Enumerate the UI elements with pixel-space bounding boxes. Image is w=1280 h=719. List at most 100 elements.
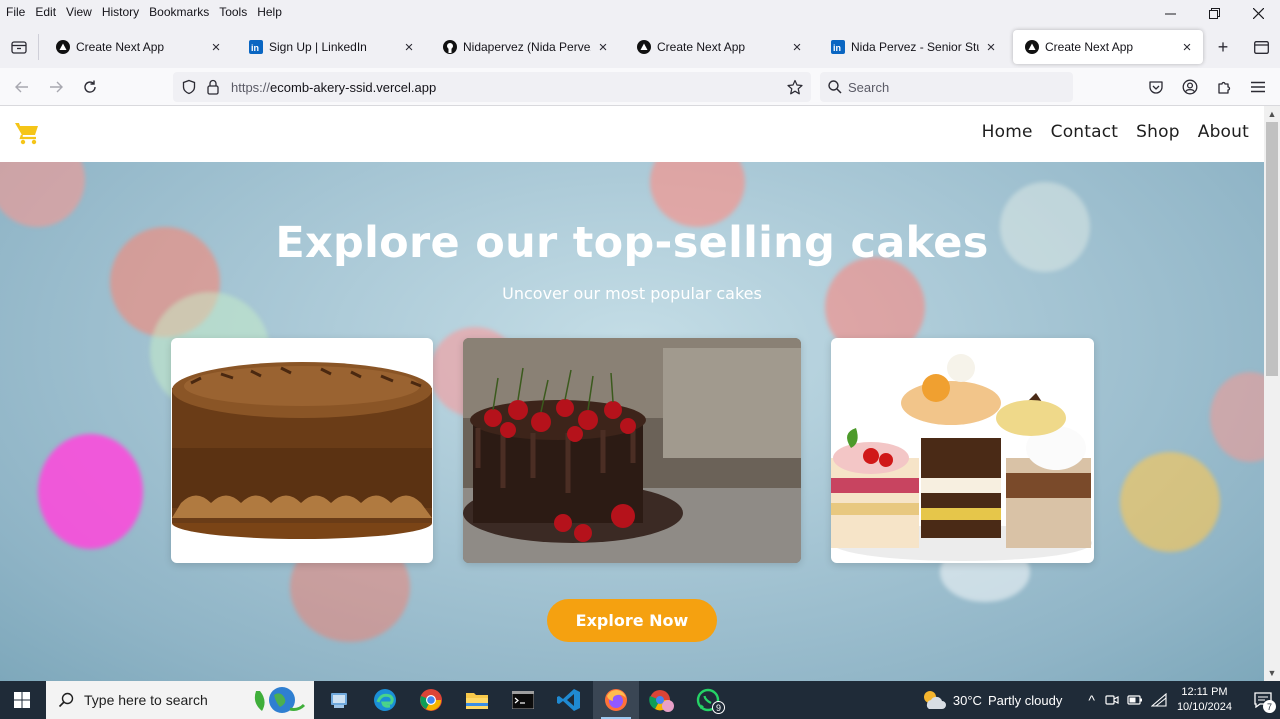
tab-title: Sign Up | LinkedIn <box>269 40 367 54</box>
hamburger-menu-icon <box>1251 81 1265 93</box>
puzzle-icon <box>1218 81 1231 94</box>
menu-bookmarks[interactable]: Bookmarks <box>144 3 214 21</box>
scroll-up-arrow-icon[interactable]: ▲ <box>1267 109 1277 119</box>
tab-title: Nidapervez (Nida Pervez) <box>463 40 591 54</box>
weather-widget[interactable]: 30°C Partly cloudy <box>921 689 1062 711</box>
weather-temperature: 30°C <box>952 692 982 708</box>
wifi-icon[interactable] <box>1150 693 1167 707</box>
taskbar-search-box[interactable]: Type here to search <box>46 681 314 719</box>
tab-close-icon[interactable]: × <box>1179 39 1195 56</box>
chrome-icon <box>420 689 442 711</box>
tab-close-icon[interactable]: × <box>789 39 805 56</box>
meet-now-icon[interactable] <box>1105 693 1119 707</box>
menu-view[interactable]: View <box>61 3 97 21</box>
site-header: Home Contact Shop About <box>0 106 1264 162</box>
cake-image-cherry[interactable] <box>463 338 801 563</box>
bokeh-light <box>38 434 143 549</box>
menu-tools[interactable]: Tools <box>214 3 252 21</box>
menu-history[interactable]: History <box>97 3 144 21</box>
nav-link-contact[interactable]: Contact <box>1051 122 1119 142</box>
page-scrollbar[interactable]: ▲ ▼ <box>1264 106 1280 681</box>
new-tab-button[interactable]: + <box>1212 36 1234 58</box>
close-icon <box>1252 7 1264 19</box>
tab-create-next-app-2[interactable]: Create Next App × <box>625 30 813 64</box>
folder-icon <box>466 693 488 709</box>
star-icon <box>787 79 803 95</box>
reload-button[interactable] <box>79 76 101 98</box>
tab-close-icon[interactable]: × <box>401 39 417 56</box>
taskbar-vscode[interactable] <box>546 681 592 719</box>
extensions-button[interactable] <box>1213 76 1235 98</box>
notification-center-button[interactable]: 7 <box>1246 681 1280 719</box>
tab-close-icon[interactable]: × <box>208 39 224 56</box>
close-window-button[interactable] <box>1236 0 1280 26</box>
cart-icon[interactable] <box>14 121 40 145</box>
notification-count-badge: 7 <box>1263 700 1276 713</box>
menu-file[interactable]: File <box>0 3 30 21</box>
scrollbar-thumb[interactable] <box>1266 122 1278 376</box>
search-icon <box>58 692 74 708</box>
url-bar[interactable]: https://ecomb-akery-ssid.vercel.app <box>173 72 811 102</box>
search-bar[interactable] <box>820 72 1073 102</box>
hero-title: Explore our top-selling cakes <box>275 218 989 268</box>
github-icon <box>443 40 457 54</box>
tab-create-next-app-active[interactable]: Create Next App × <box>1013 30 1203 64</box>
shield-icon[interactable] <box>177 72 201 102</box>
start-button[interactable] <box>0 681 44 719</box>
restore-button[interactable] <box>1192 0 1236 26</box>
site-nav: Home Contact Shop About <box>964 122 1249 142</box>
bokeh-light <box>1210 372 1264 462</box>
app-menu-button[interactable] <box>1247 76 1269 98</box>
cake-image-pastries[interactable] <box>831 338 1094 563</box>
battery-icon[interactable] <box>1127 694 1143 706</box>
clock-date: 10/10/2024 <box>1176 701 1232 713</box>
bokeh-light <box>1120 452 1220 552</box>
minimize-icon <box>1164 13 1176 14</box>
taskbar-edge[interactable] <box>362 681 408 719</box>
menu-help[interactable]: Help <box>252 3 287 21</box>
taskbar-chrome[interactable] <box>408 681 454 719</box>
tab-close-icon[interactable]: × <box>595 39 611 56</box>
window-icon <box>1253 40 1269 54</box>
back-button[interactable] <box>11 76 33 98</box>
tab-title: Nida Pervez - Senior Student <box>851 40 979 54</box>
taskbar-clock[interactable]: 12:11 PM 10/10/2024 <box>1177 685 1232 715</box>
taskbar-task-view[interactable] <box>316 681 362 719</box>
bookmark-star-button[interactable] <box>785 77 805 97</box>
nav-link-about[interactable]: About <box>1198 122 1249 142</box>
tab-linkedin-signup[interactable]: in Sign Up | LinkedIn × <box>237 30 425 64</box>
svg-text:in: in <box>833 43 841 53</box>
svg-text:in: in <box>251 43 259 53</box>
taskbar-terminal[interactable] <box>500 681 546 719</box>
tab-bar: Create Next App × in Sign Up | LinkedIn … <box>0 26 1280 68</box>
tab-github-profile[interactable]: Nidapervez (Nida Pervez) × <box>431 30 619 64</box>
taskbar-firefox[interactable] <box>593 681 639 719</box>
tab-linkedin-profile[interactable]: in Nida Pervez - Senior Student × <box>819 30 1007 64</box>
taskbar-whatsapp[interactable]: 9 <box>685 681 731 719</box>
firefox-view-button[interactable] <box>1250 36 1272 58</box>
forward-button[interactable] <box>45 76 67 98</box>
cake-image-chocolate[interactable] <box>171 338 433 563</box>
taskbar-chrome-profile[interactable] <box>639 681 685 719</box>
tab-create-next-app-1[interactable]: Create Next App × <box>44 30 232 64</box>
pocket-button[interactable] <box>1145 76 1167 98</box>
menu-edit[interactable]: Edit <box>30 3 61 21</box>
url-text[interactable]: https://ecomb-akery-ssid.vercel.app <box>231 80 811 95</box>
search-input[interactable] <box>848 79 1058 95</box>
nav-link-home[interactable]: Home <box>982 122 1033 142</box>
scroll-down-arrow-icon[interactable]: ▼ <box>1267 668 1277 678</box>
account-button[interactable] <box>1179 76 1201 98</box>
chevron-up-icon[interactable]: ^ <box>1088 692 1095 708</box>
taskbar-search-placeholder: Type here to search <box>84 692 208 708</box>
tab-close-icon[interactable]: × <box>983 39 999 56</box>
nextjs-icon <box>56 40 70 54</box>
minimize-button[interactable] <box>1148 0 1192 26</box>
list-all-tabs-button[interactable] <box>8 36 30 58</box>
taskbar-file-explorer[interactable] <box>454 681 500 719</box>
lock-icon[interactable] <box>201 72 225 102</box>
tab-title: Create Next App <box>76 40 165 54</box>
nav-link-shop[interactable]: Shop <box>1136 122 1180 142</box>
task-view-icon <box>331 693 347 708</box>
explore-now-button[interactable]: Explore Now <box>547 599 717 642</box>
hero-subtitle: Uncover our most popular cakes <box>502 284 762 303</box>
